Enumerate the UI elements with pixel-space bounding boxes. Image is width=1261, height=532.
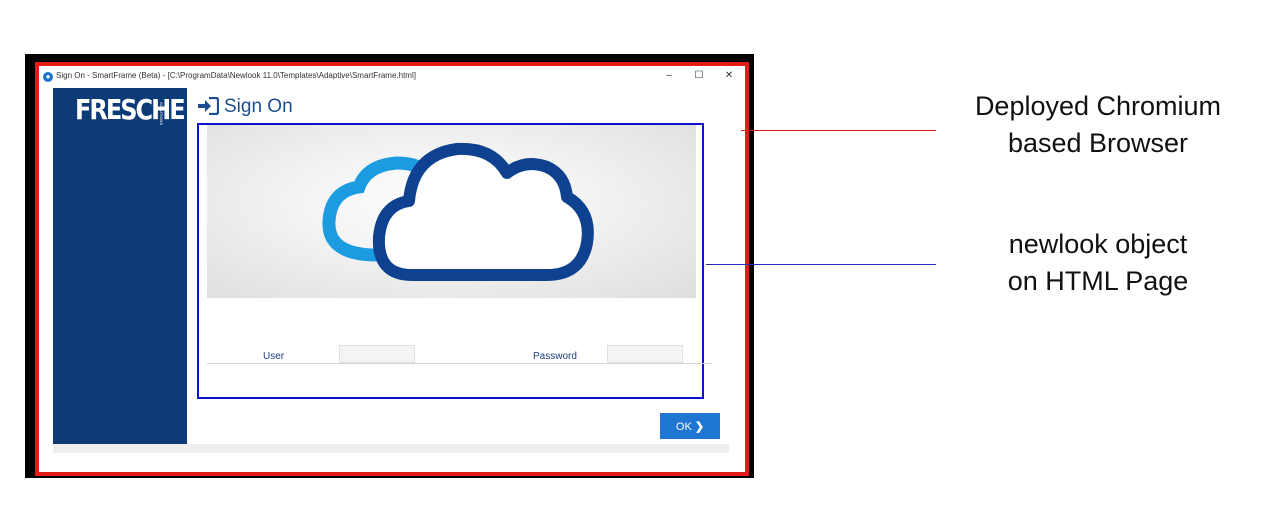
window-title: Sign On - SmartFrame (Beta) - [C:\Progra… (56, 71, 416, 80)
object-annotation: newlook object on HTML Page (948, 226, 1248, 300)
divider (207, 363, 712, 364)
fresche-logo-sub: SOLUTIONS (159, 102, 164, 126)
ok-button-label: OK (675, 421, 692, 433)
sign-in-icon (198, 97, 219, 115)
minimize-button[interactable]: – (659, 69, 679, 83)
object-annotation-line2: on HTML Page (1007, 266, 1189, 296)
page-title: Sign On (224, 96, 293, 117)
newlook-object: User Password (197, 123, 712, 399)
browser-annotation-line2: based Browser (1007, 128, 1189, 158)
object-annotation-line1: newlook object (1008, 229, 1188, 259)
fresche-logo: FRESCHE (75, 93, 186, 127)
password-input[interactable] (607, 345, 683, 363)
object-callout-line (706, 264, 936, 265)
cloud-banner (207, 125, 696, 298)
ok-button[interactable]: OK ❯ (660, 413, 720, 439)
page-content: FRESCHE SOLUTIONS Sign On User Password … (53, 88, 729, 444)
status-strip (53, 444, 729, 453)
chevron-right-icon: ❯ (694, 421, 705, 433)
browser-annotation-line1: Deployed Chromium (974, 91, 1222, 121)
user-input[interactable] (339, 345, 415, 363)
browser-callout-line (741, 130, 936, 131)
cloud-icon (322, 142, 594, 281)
browser-window: ● Sign On - SmartFrame (Beta) - [C:\Prog… (35, 62, 749, 476)
maximize-button[interactable]: ☐ (689, 69, 709, 83)
close-button[interactable]: ✕ (719, 69, 739, 83)
user-label: User (263, 351, 285, 362)
password-label: Password (533, 351, 577, 362)
sidebar: FRESCHE SOLUTIONS (53, 88, 187, 444)
chromium-app-icon: ● (43, 72, 53, 82)
title-bar: ● Sign On - SmartFrame (Beta) - [C:\Prog… (39, 66, 745, 88)
browser-annotation: Deployed Chromium based Browser (948, 88, 1248, 162)
